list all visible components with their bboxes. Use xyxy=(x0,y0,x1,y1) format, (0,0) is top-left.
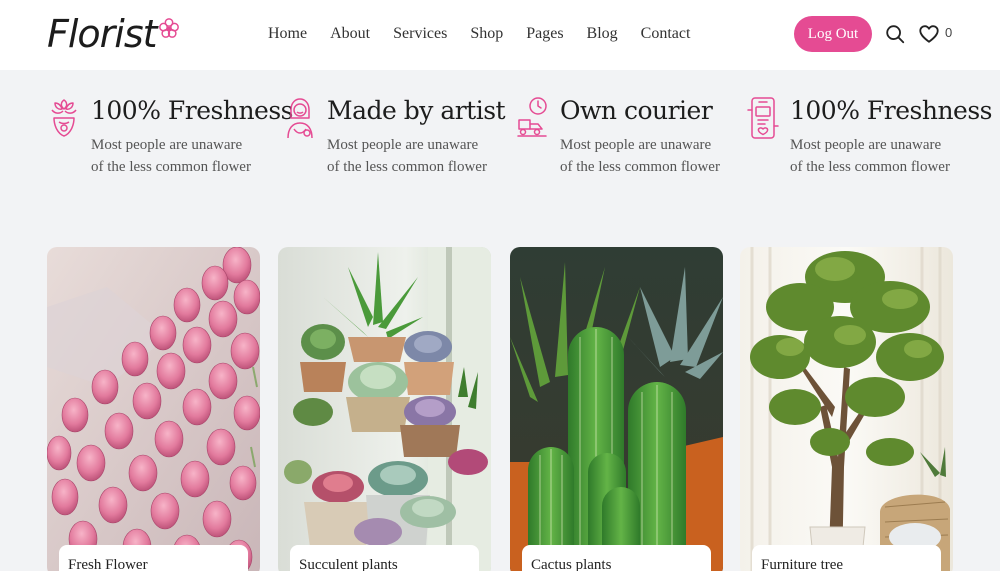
card-label: Fresh Flower xyxy=(59,545,248,571)
courier-clock-icon xyxy=(517,97,547,137)
category-card-succulent-plants[interactable]: Succulent plants xyxy=(278,247,491,571)
card-label: Cactus plants xyxy=(522,545,711,571)
flower-logo-icon xyxy=(158,18,179,38)
logo[interactable]: Florist xyxy=(47,12,180,56)
nav-shop[interactable]: Shop xyxy=(470,22,503,46)
florist-artist-icon xyxy=(287,98,313,139)
search-icon[interactable] xyxy=(884,23,906,45)
feature-description: Most people are unaware of the less comm… xyxy=(327,137,487,175)
wishlist-count: 0 xyxy=(945,25,953,40)
mobile-order-icon xyxy=(747,97,779,139)
heart-icon[interactable] xyxy=(918,23,940,45)
indoor-tree-image xyxy=(740,247,953,571)
card-label: Furniture tree xyxy=(752,545,941,571)
nav-pages[interactable]: Pages xyxy=(526,22,563,46)
category-card-fresh-flower[interactable]: Fresh Flower xyxy=(47,247,260,571)
feature-description: Most people are unaware of the less comm… xyxy=(560,137,720,175)
feature-title: Made by artist xyxy=(327,96,506,125)
feature-description: Most people are unaware of the less comm… xyxy=(790,137,950,175)
succulent-plants-image xyxy=(278,247,491,571)
nav-blog[interactable]: Blog xyxy=(587,22,618,46)
nav-home[interactable]: Home xyxy=(268,22,307,46)
cactus-plants-image xyxy=(510,247,723,571)
nav-services[interactable]: Services xyxy=(393,22,447,46)
category-card-furniture-tree[interactable]: Furniture tree xyxy=(740,247,953,571)
category-card-cactus-plants[interactable]: Cactus plants xyxy=(510,247,723,571)
nav-about[interactable]: About xyxy=(330,22,370,46)
main-nav: Home About Services Shop Pages Blog Cont… xyxy=(268,22,713,46)
flower-bouquet-icon xyxy=(51,99,77,137)
feature-description: Most people are unaware of the less comm… xyxy=(91,137,251,175)
nav-contact[interactable]: Contact xyxy=(641,22,691,46)
card-label: Succulent plants xyxy=(290,545,479,571)
logo-text: Florist xyxy=(47,12,158,56)
site-header: Florist Home About Services Shop Pages B… xyxy=(0,0,1000,70)
feature-title: 100% Freshness xyxy=(91,96,294,125)
feature-title: Own courier xyxy=(560,96,713,125)
feature-title: 100% Freshness xyxy=(790,96,993,125)
logout-button[interactable]: Log Out xyxy=(794,16,872,52)
pink-tulips-image xyxy=(47,247,260,571)
